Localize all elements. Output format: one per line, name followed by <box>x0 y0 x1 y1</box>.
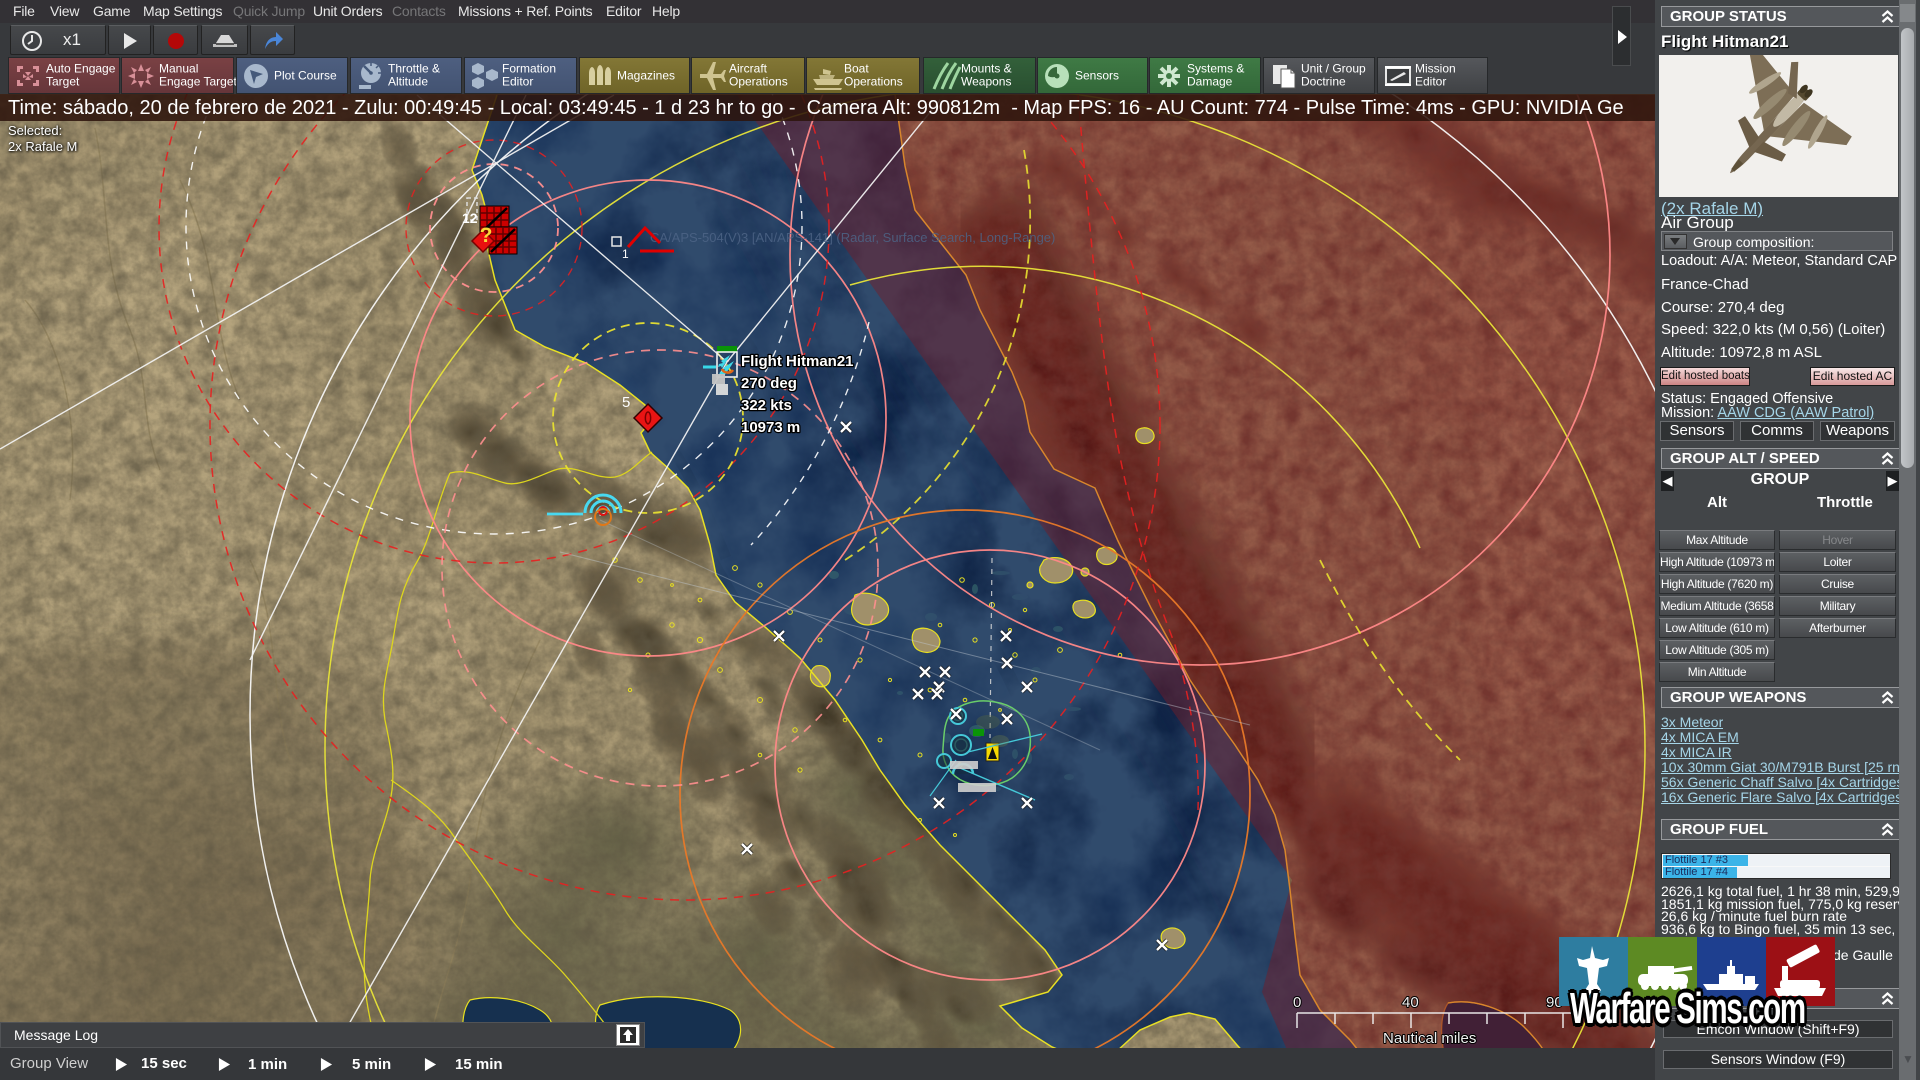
svg-text:10973 m: 10973 m <box>741 419 800 436</box>
svg-text:1: 1 <box>622 247 629 261</box>
svg-text:322 kts: 322 kts <box>741 397 792 414</box>
svg-text:270 deg: 270 deg <box>741 375 797 392</box>
svg-text:40: 40 <box>1402 994 1419 1011</box>
svg-text:?: ? <box>480 224 493 247</box>
svg-text:0: 0 <box>1293 994 1301 1011</box>
svg-text:12: 12 <box>462 210 478 226</box>
svg-text:CA/APS-504(V)3 [AN/APS-141] (R: CA/APS-504(V)3 [AN/APS-141] (Radar, Surf… <box>650 230 1055 245</box>
svg-text:Flight Hitman21: Flight Hitman21 <box>741 353 854 370</box>
svg-text:Nautical miles: Nautical miles <box>1383 1030 1476 1047</box>
svg-text:5: 5 <box>622 394 630 411</box>
